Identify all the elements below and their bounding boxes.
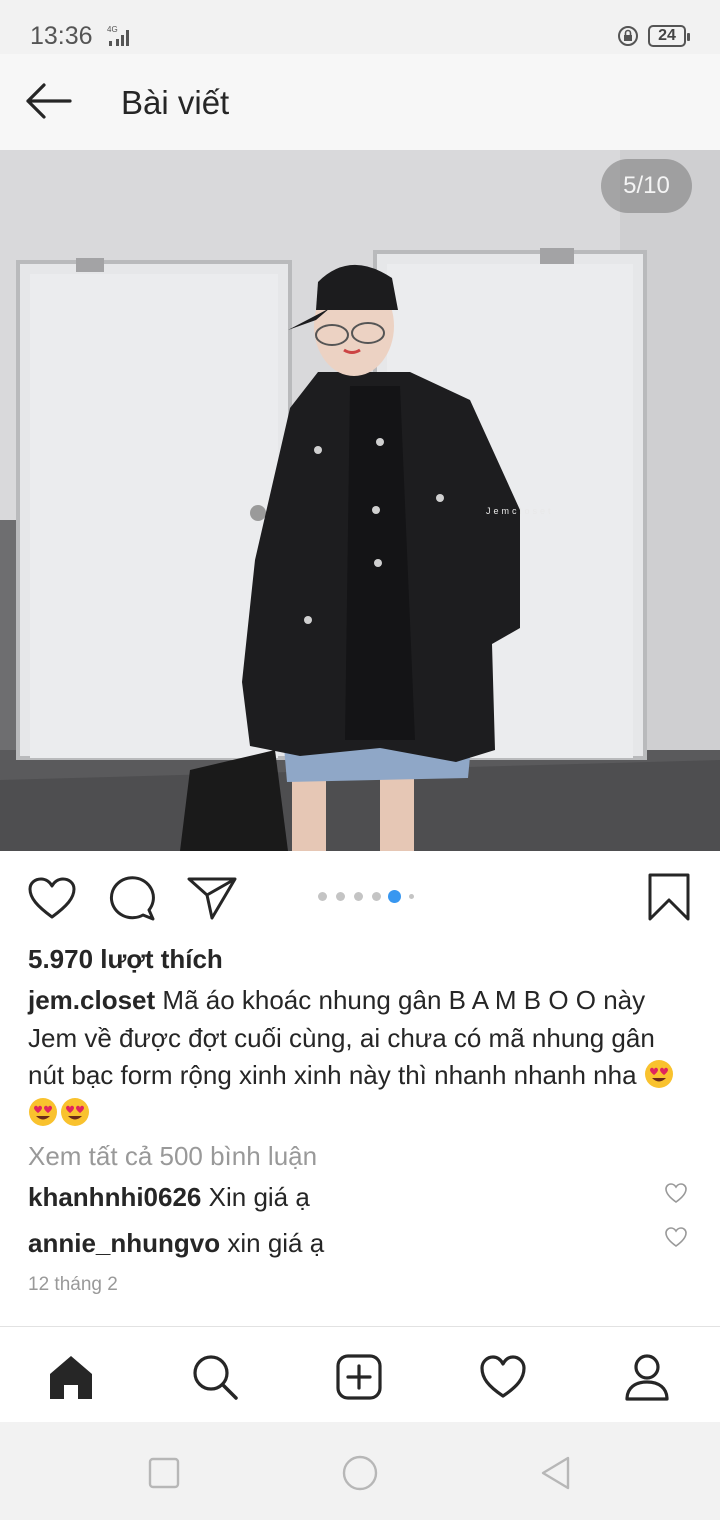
home-icon[interactable] <box>47 1353 95 1401</box>
carousel-dots <box>316 889 418 903</box>
view-all-comments-link[interactable]: Xem tất cả 500 bình luận <box>28 1141 317 1172</box>
photo-watermark: Jemcloset <box>486 506 554 516</box>
comment-username[interactable]: khanhnhi0626 <box>28 1182 201 1212</box>
signal-4g-icon: 4G <box>107 25 129 46</box>
page-title: Bài viết <box>121 84 230 121</box>
carousel-dot-active <box>388 890 401 903</box>
search-icon[interactable] <box>191 1353 239 1401</box>
comment-text: Xin giá ạ <box>208 1182 310 1212</box>
like-heart-icon[interactable] <box>27 876 77 920</box>
image-counter-badge: 5/10 <box>601 159 692 213</box>
back-triangle-icon[interactable] <box>538 1455 574 1491</box>
heart-eyes-emoji-icon <box>29 1097 57 1126</box>
rotation-lock-icon <box>618 26 638 46</box>
share-send-icon[interactable] <box>186 875 238 921</box>
post-date: 12 tháng 2 <box>28 1274 118 1295</box>
recents-square-icon[interactable] <box>146 1455 182 1491</box>
top-app-bar: Bài viết <box>0 54 720 150</box>
carousel-dot <box>318 892 327 901</box>
comment-text: xin giá ạ <box>227 1228 325 1258</box>
activity-heart-icon[interactable] <box>479 1353 527 1401</box>
bookmark-save-icon[interactable] <box>647 872 691 922</box>
post-photo-illustration: Jemcloset <box>0 150 720 851</box>
carousel-dot <box>409 894 414 899</box>
system-navigation-bar <box>0 1422 720 1520</box>
status-time: 13:36 <box>30 22 93 50</box>
new-post-icon[interactable] <box>335 1353 383 1401</box>
comment-item: annie_nhungvo xin giá ạ <box>28 1228 324 1259</box>
home-circle-icon[interactable] <box>342 1455 378 1491</box>
bottom-tab-bar <box>0 1326 720 1422</box>
battery-icon: 24 <box>648 25 690 47</box>
carousel-dot <box>354 892 363 901</box>
likes-count[interactable]: 5.970 lượt thích <box>28 944 223 975</box>
post-image[interactable]: Jemcloset <box>0 150 720 851</box>
comment-item: khanhnhi0626 Xin giá ạ <box>28 1182 310 1213</box>
comment-like-heart-icon[interactable] <box>664 1182 688 1204</box>
network-type: 4G <box>107 25 118 34</box>
back-arrow-icon[interactable] <box>20 76 76 126</box>
carousel-dot <box>372 892 381 901</box>
comment-username[interactable]: annie_nhungvo <box>28 1228 220 1258</box>
comment-like-heart-icon[interactable] <box>664 1226 688 1248</box>
carousel-dot <box>336 892 345 901</box>
comment-bubble-icon[interactable] <box>107 874 157 922</box>
battery-level: 24 <box>658 27 676 44</box>
caption-author[interactable]: jem.closet <box>28 985 155 1015</box>
status-bar: 13:36 4G 24 <box>0 0 720 54</box>
profile-icon[interactable] <box>623 1353 671 1401</box>
heart-eyes-emoji-icon <box>61 1097 89 1126</box>
post-actions-row <box>0 851 720 943</box>
post-caption: jem.closet Mã áo khoác nhung gân B A M B… <box>28 982 688 1132</box>
heart-eyes-emoji-icon <box>644 1060 673 1088</box>
